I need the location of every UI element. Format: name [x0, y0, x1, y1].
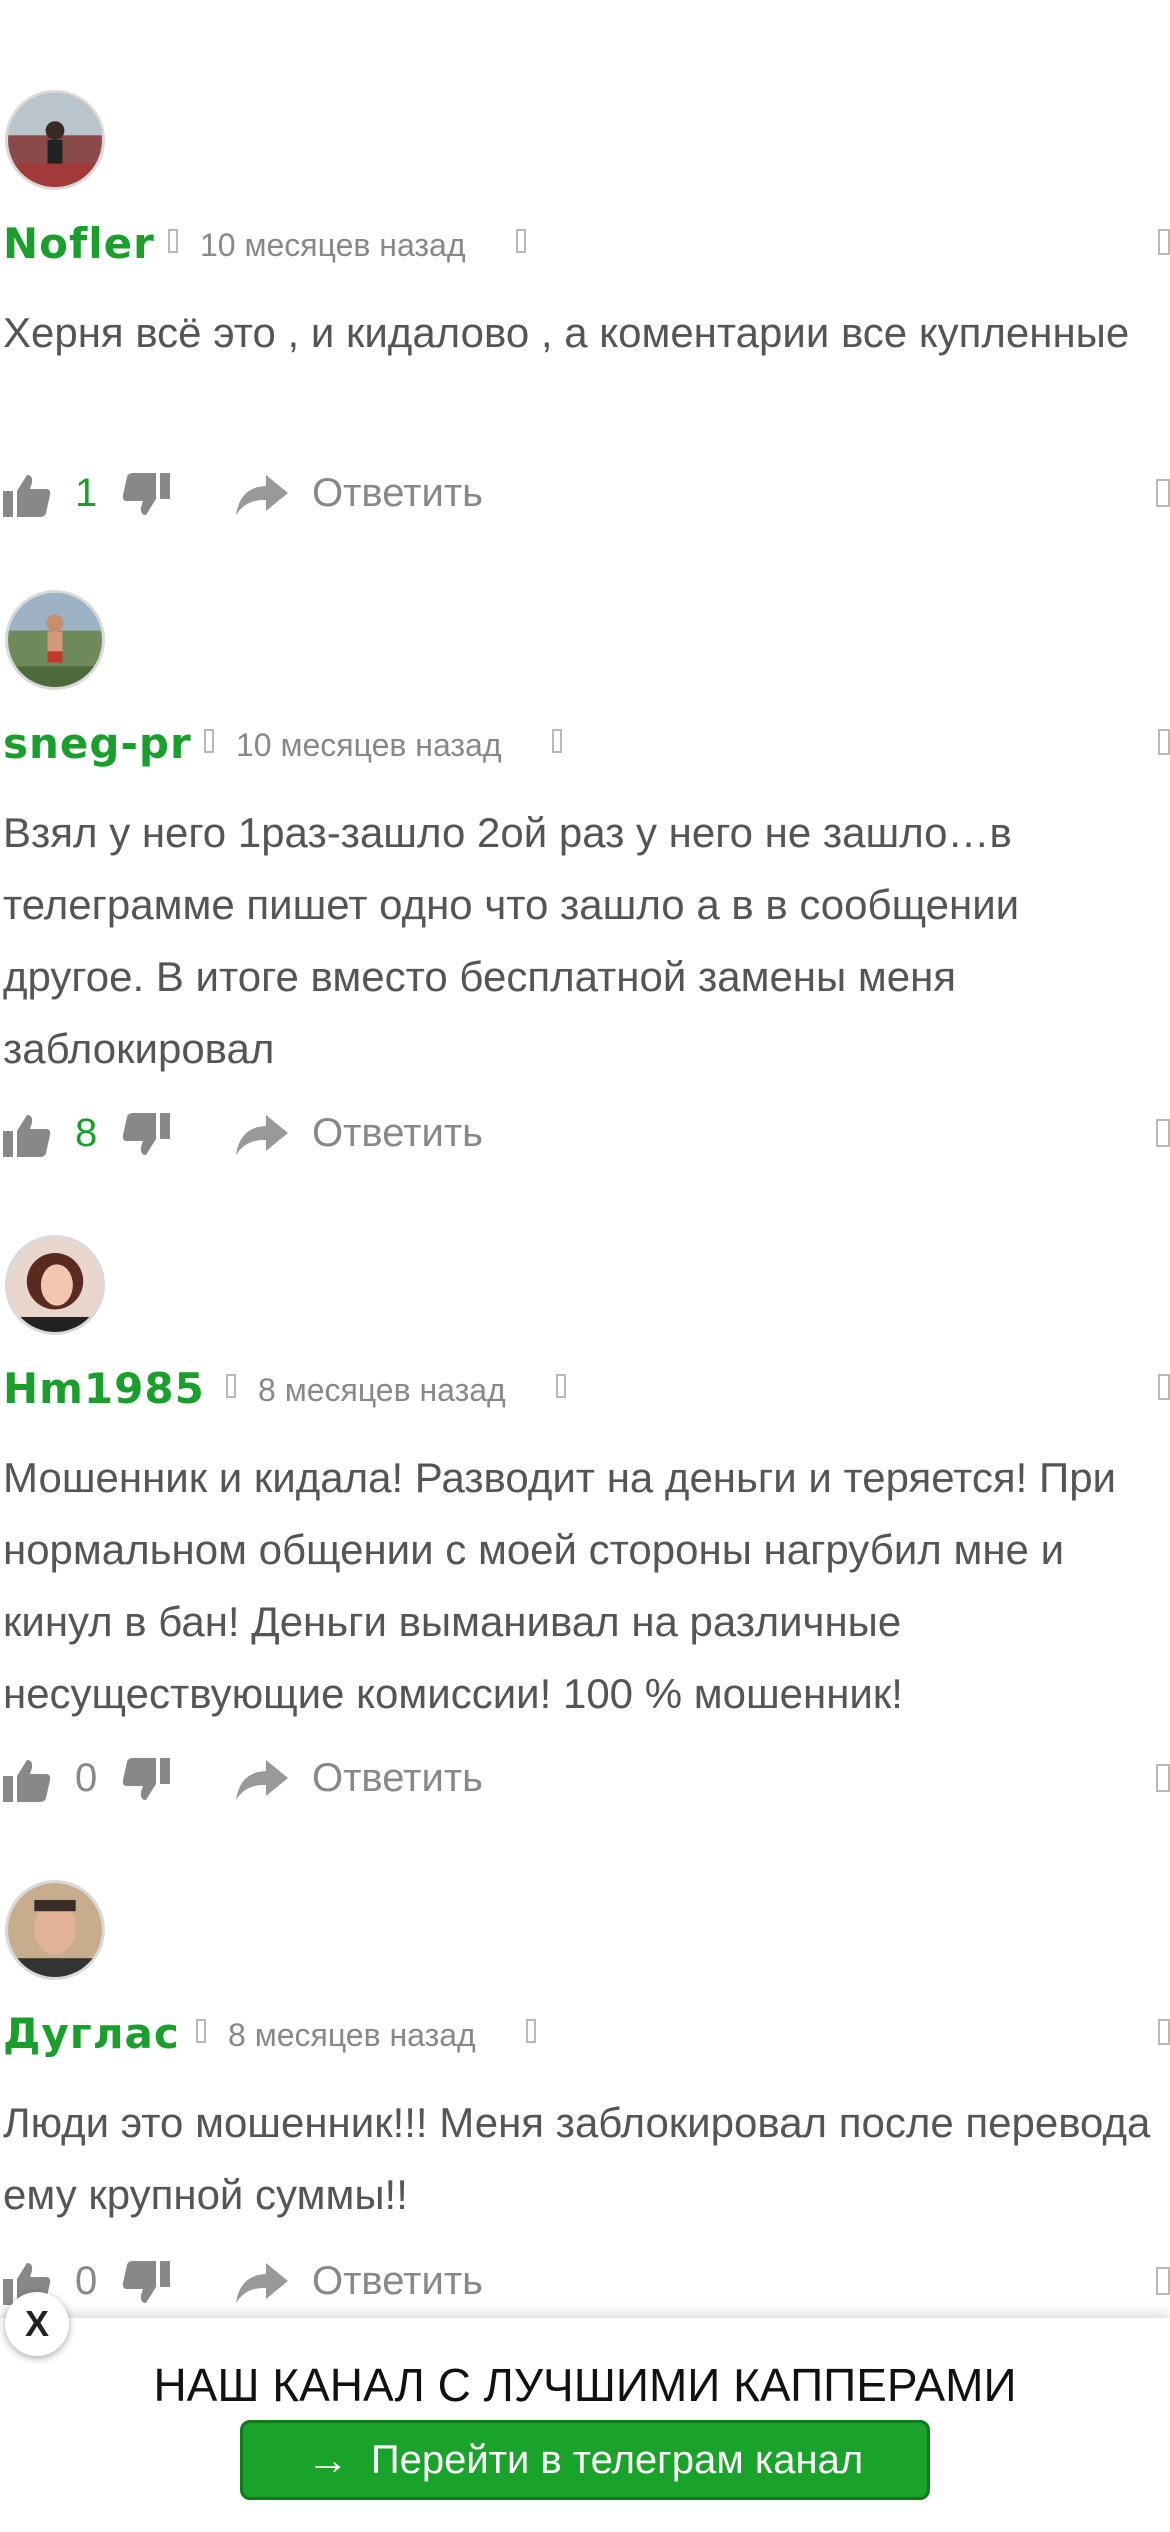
thumbs-down-icon[interactable] [122, 473, 170, 517]
link-icon[interactable] [552, 729, 562, 753]
thumbs-up-icon[interactable] [3, 1758, 51, 1802]
thumbs-down-icon[interactable] [122, 1758, 170, 1802]
comment-meta: Hm1985 8 месяцев назад [0, 1360, 1170, 1420]
link-icon[interactable] [526, 2019, 536, 2043]
telegram-channel-button[interactable]: → Перейти в телеграм канал [240, 2420, 930, 2500]
like-count: 0 [75, 2259, 98, 2303]
avatar[interactable] [5, 90, 105, 190]
more-icon[interactable] [1156, 2267, 1170, 2295]
comment: Дуглас 8 месяцев назад Люди это мошенник… [0, 1880, 1170, 2320]
comment-actions: 8 Ответить [0, 1105, 1170, 1165]
comment: Hm1985 8 месяцев назад Мошенник и кидала… [0, 1235, 1170, 1825]
button-label: Перейти в телеграм канал [370, 2437, 864, 2482]
avatar[interactable] [5, 1880, 105, 1980]
reply-button[interactable]: Ответить [312, 471, 483, 516]
more-icon[interactable] [1158, 229, 1170, 255]
more-icon[interactable] [1158, 2019, 1170, 2045]
reply-button[interactable]: Ответить [312, 1756, 483, 1801]
comment-time[interactable]: 10 месяцев назад [236, 727, 502, 764]
comment-actions: 0 Ответить [0, 2253, 1170, 2313]
clock-icon [204, 729, 214, 753]
like-count: 1 [75, 471, 98, 515]
author-name[interactable]: Дуглас [3, 2009, 180, 2058]
comment-text: Мошенник и кидала! Разводит на деньги и … [3, 1454, 1117, 1717]
comment-actions: 0 Ответить [0, 1750, 1170, 1810]
comment-meta: sneg-pr 10 месяцев назад [0, 715, 1170, 775]
clock-icon [168, 229, 178, 253]
reply-icon[interactable] [236, 1760, 288, 1800]
banner-title: НАШ КАНАЛ С ЛУЧШИМИ КАППЕРАМИ [153, 2359, 1017, 2411]
comment-text: Херня всё это , и кидалово , а коментари… [3, 309, 1130, 356]
comment-time[interactable]: 8 месяцев назад [228, 2017, 476, 2054]
comment-text: Взял у него 1раз-зашло 2ой раз у него не… [3, 809, 1020, 1072]
author-name[interactable]: sneg-pr [3, 719, 192, 768]
more-icon[interactable] [1156, 1119, 1170, 1147]
comment: Nofler 10 месяцев назад Херня всё это , … [0, 90, 1170, 530]
close-button[interactable]: X [5, 2292, 69, 2356]
comment-time[interactable]: 10 месяцев назад [200, 227, 466, 264]
author-name[interactable]: Nofler [3, 219, 155, 268]
reply-button[interactable]: Ответить [312, 2259, 483, 2304]
link-icon[interactable] [556, 1374, 566, 1398]
like-count: 0 [75, 1756, 98, 1800]
thumbs-up-icon[interactable] [3, 473, 51, 517]
reply-icon[interactable] [236, 1115, 288, 1155]
comments-page: Nofler 10 месяцев назад Херня всё это , … [0, 0, 1170, 2532]
thumbs-up-icon[interactable] [3, 1113, 51, 1157]
comment-actions: 1 Ответить [0, 465, 1170, 525]
more-icon[interactable] [1156, 479, 1170, 507]
comment-meta: Дуглас 8 месяцев назад [0, 2005, 1170, 2065]
more-icon[interactable] [1158, 1374, 1170, 1400]
thumbs-down-icon[interactable] [122, 2261, 170, 2305]
link-icon[interactable] [516, 229, 526, 253]
reply-icon[interactable] [236, 2263, 288, 2303]
reply-button[interactable]: Ответить [312, 1111, 483, 1156]
comment-text: Люди это мошенник!!! Меня заблокировал п… [3, 2099, 1151, 2218]
thumbs-down-icon[interactable] [122, 1113, 170, 1157]
arrow-right-icon: → [306, 2436, 349, 2483]
avatar[interactable] [5, 590, 105, 690]
comment-meta: Nofler 10 месяцев назад [0, 215, 1170, 275]
clock-icon [196, 2019, 206, 2043]
telegram-banner: НАШ КАНАЛ С ЛУЧШИМИ КАППЕРАМИ → Перейти … [0, 2318, 1170, 2532]
author-name[interactable]: Hm1985 [3, 1364, 205, 1413]
more-icon[interactable] [1158, 729, 1170, 755]
comment: sneg-pr 10 месяцев назад Взял у него 1ра… [0, 590, 1170, 1180]
clock-icon [226, 1374, 236, 1398]
avatar[interactable] [5, 1235, 105, 1335]
reply-icon[interactable] [236, 475, 288, 515]
like-count: 8 [75, 1111, 98, 1155]
more-icon[interactable] [1156, 1764, 1170, 1792]
comment-time[interactable]: 8 месяцев назад [258, 1372, 506, 1409]
